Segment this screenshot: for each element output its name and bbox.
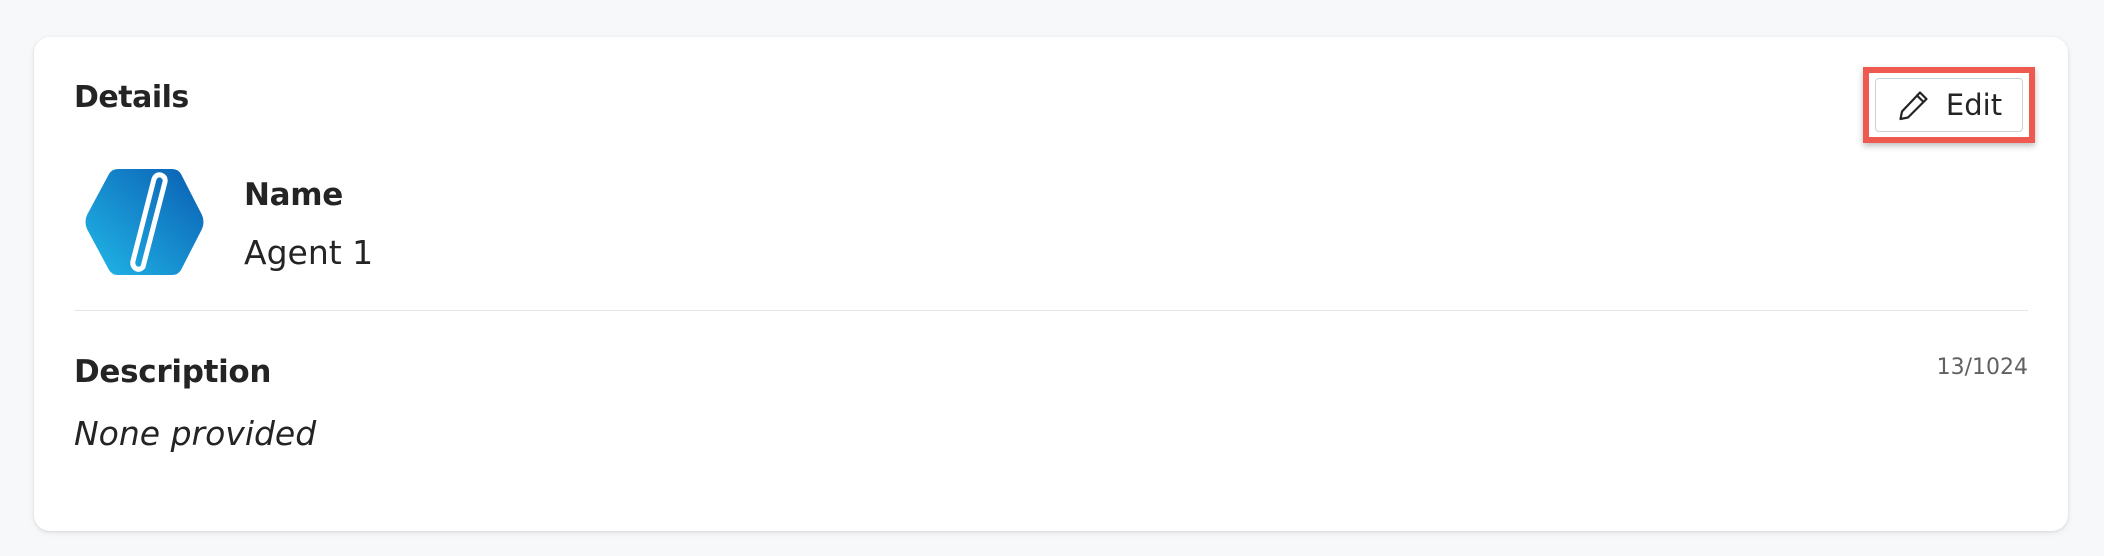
name-value: Agent 1 xyxy=(244,233,374,272)
description-value: None provided xyxy=(74,414,317,453)
name-field: Name Agent 1 xyxy=(244,177,374,272)
agent-avatar-icon xyxy=(85,169,204,275)
edit-button-label: Edit xyxy=(1945,87,2003,122)
name-label: Name xyxy=(244,177,343,213)
section-divider xyxy=(74,310,2028,311)
description-char-count: 13/1024 xyxy=(1936,355,2028,380)
details-title: Details xyxy=(74,80,189,115)
description-label: Description xyxy=(74,354,272,390)
details-card: Details Edit Name Agent 1 Description No… xyxy=(34,37,2068,531)
pencil-icon xyxy=(1899,91,1928,121)
edit-button[interactable]: Edit xyxy=(1875,78,2023,132)
